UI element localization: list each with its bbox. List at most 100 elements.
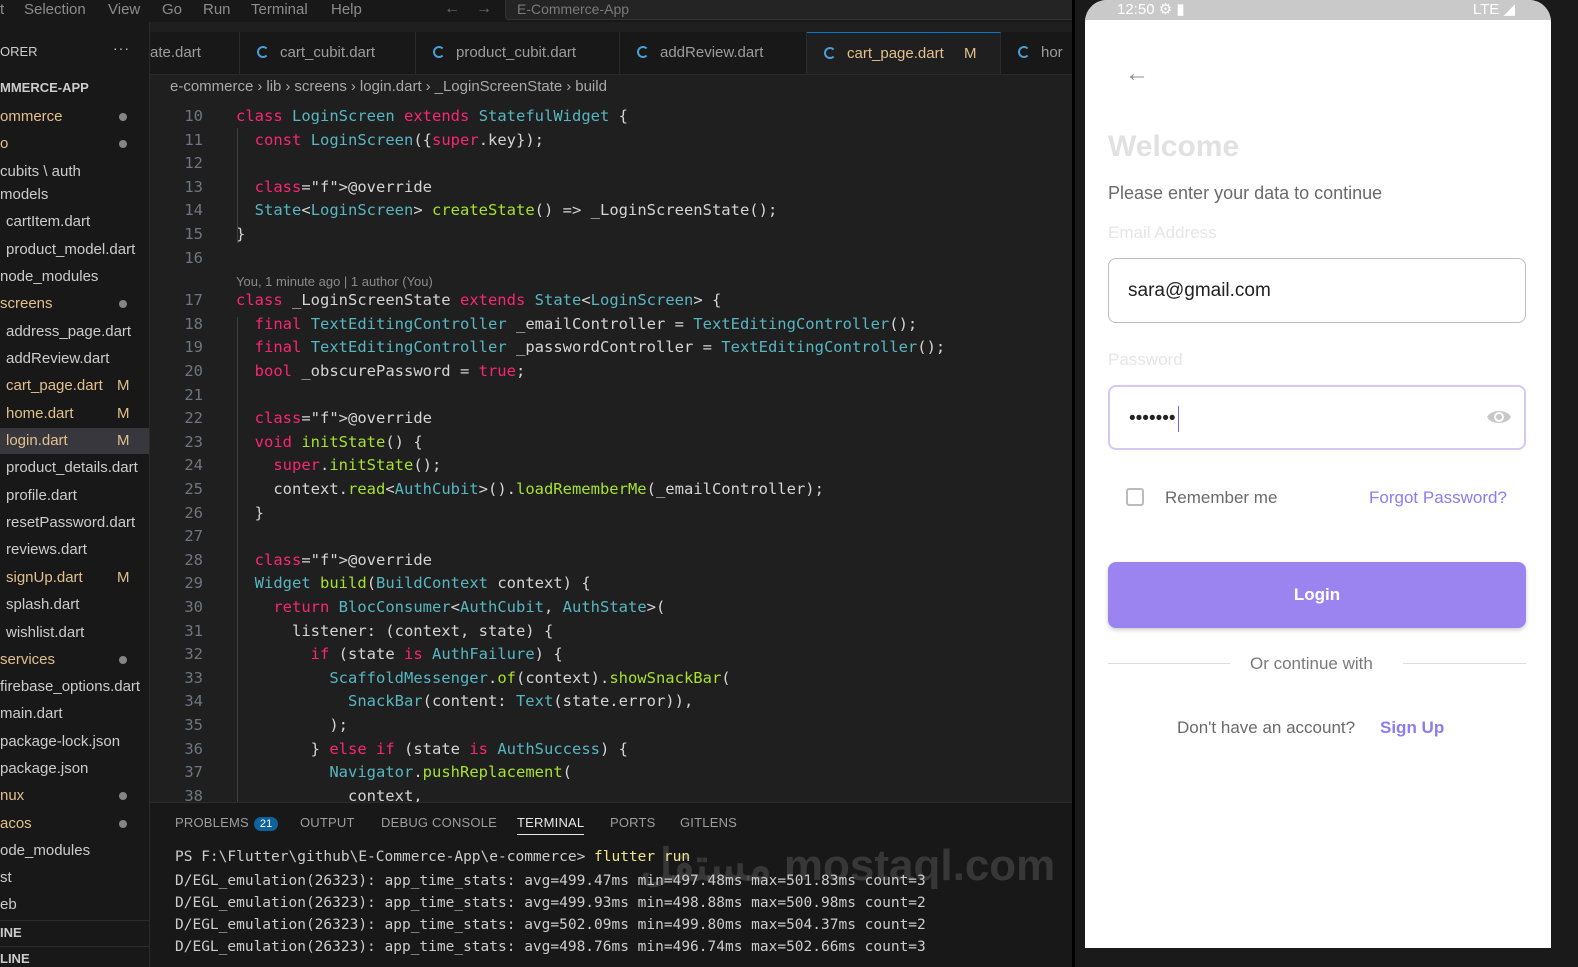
- tree-item[interactable]: st: [0, 865, 149, 891]
- dart-file-icon: [257, 46, 269, 58]
- line-number: 14: [184, 201, 203, 220]
- sign-up-link[interactable]: Sign Up: [1380, 718, 1444, 738]
- editor-tab[interactable]: ate.dart: [150, 32, 240, 74]
- breadcrumb-item[interactable]: build: [575, 78, 607, 95]
- problems-count-badge: 21: [253, 817, 279, 831]
- forgot-password-link[interactable]: Forgot Password?: [1369, 488, 1507, 508]
- remember-me-checkbox[interactable]: [1126, 488, 1144, 506]
- tree-item[interactable]: ommerce: [0, 104, 149, 130]
- outline-section[interactable]: INE: [0, 920, 149, 945]
- panel-tab[interactable]: TERMINAL: [517, 815, 585, 835]
- remember-me-label[interactable]: Remember me: [1165, 488, 1277, 508]
- editor-tab[interactable]: hor: [1001, 32, 1072, 74]
- breadcrumb-item[interactable]: lib: [266, 78, 281, 95]
- breadcrumb: e-commerce › lib › screens › login.dart › _Login…: [170, 78, 611, 95]
- code-text: super.initState();: [273, 456, 442, 475]
- explorer-header: ORER: [0, 44, 38, 59]
- back-arrow-icon[interactable]: ←: [444, 0, 460, 18]
- menu-run[interactable]: Run: [203, 0, 231, 19]
- email-field[interactable]: sara@gmail.com: [1108, 258, 1526, 323]
- tree-item[interactable]: login.dart M: [0, 428, 149, 454]
- tree-item[interactable]: node_modules: [0, 264, 149, 290]
- more-actions-icon[interactable]: ···: [113, 40, 130, 56]
- line-number: 15: [184, 225, 203, 243]
- tree-item[interactable]: resetPassword.dart: [0, 510, 149, 536]
- tree-item[interactable]: cart_page.dart M: [0, 373, 149, 399]
- tree-item[interactable]: splash.dart: [0, 592, 149, 618]
- explorer-sidebar: ORER ··· MMERCE-APP ommerce o cubits \ aut…: [0, 22, 150, 967]
- tree-item[interactable]: address_page.dart: [0, 319, 149, 345]
- terminal-prompt-line[interactable]: PS F:\Flutter\github\E-Commerce-App\e-co…: [175, 849, 690, 865]
- show-password-eye-icon[interactable]: [1486, 407, 1512, 427]
- breadcrumb-item[interactable]: screens: [294, 78, 347, 95]
- tree-item[interactable]: nux: [0, 783, 149, 809]
- line-number: 35: [184, 716, 203, 734]
- menu-file[interactable]: t: [0, 0, 4, 19]
- tree-item[interactable]: o: [0, 131, 149, 157]
- timeline-section[interactable]: LINE: [0, 946, 149, 967]
- git-blame-annotation[interactable]: You, 1 minute ago | 1 author (You): [236, 274, 433, 289]
- modified-dot-icon: [119, 792, 127, 800]
- tree-item[interactable]: package-lock.json: [0, 729, 149, 755]
- tree-item[interactable]: package.json: [0, 756, 149, 782]
- line-number: 13: [184, 177, 203, 196]
- line-number: 30: [184, 598, 203, 616]
- tree-item[interactable]: product_details.dart: [0, 455, 149, 481]
- code-text: if (state is AuthFailure) {: [310, 645, 563, 664]
- editor-tab[interactable]: cart_page.dart M: [807, 32, 1001, 74]
- code-editor[interactable]: You, 1 minute ago | 1 author (You) 10 cla…: [150, 104, 1072, 802]
- tree-item[interactable]: product_model.dart: [0, 237, 149, 263]
- tree-item[interactable]: models: [0, 182, 149, 208]
- tree-item[interactable]: screens: [0, 291, 149, 317]
- breadcrumb-item[interactable]: e-commerce: [170, 78, 253, 95]
- menu-terminal[interactable]: Terminal: [251, 0, 308, 19]
- editor-tab[interactable]: product_cubit.dart: [416, 32, 620, 74]
- tree-item[interactable]: home.dart M: [0, 401, 149, 427]
- line-number: 27: [184, 527, 203, 546]
- tree-item[interactable]: firebase_options.dart: [0, 674, 149, 700]
- chevron-right-icon: ›: [285, 78, 291, 95]
- forward-arrow-icon[interactable]: →: [476, 0, 492, 18]
- tree-item-label: st: [0, 869, 12, 886]
- explorer-root-folder[interactable]: MMERCE-APP: [0, 80, 89, 95]
- code-text: Navigator.pushReplacement(: [329, 763, 572, 782]
- command-center-search[interactable]: E-Commerce-App: [505, 0, 1072, 20]
- line-number: 17: [184, 291, 203, 310]
- terminal-line: D/EGL_emulation(26323): app_time_stats: …: [175, 917, 926, 933]
- login-button[interactable]: Login: [1108, 562, 1526, 628]
- tree-item[interactable]: profile.dart: [0, 483, 149, 509]
- panel-tab[interactable]: PORTS: [610, 815, 656, 830]
- panel-tab[interactable]: PROBLEMS 21: [175, 815, 279, 831]
- line-number: 20: [184, 362, 203, 380]
- code-text: listener: (context, state) {: [236, 621, 554, 640]
- tree-item[interactable]: wishlist.dart: [0, 620, 149, 646]
- back-arrow-icon[interactable]: ←: [1125, 60, 1149, 88]
- panel-tab[interactable]: DEBUG CONSOLE: [381, 815, 497, 830]
- menu-view[interactable]: View: [108, 0, 140, 19]
- tree-item[interactable]: acos: [0, 811, 149, 837]
- menu-selection[interactable]: Selection: [24, 0, 86, 19]
- panel-tab[interactable]: GITLENS: [680, 815, 737, 830]
- chevron-right-icon: ›: [350, 78, 356, 95]
- password-field[interactable]: •••••••: [1108, 385, 1526, 450]
- tree-item-label: nux: [0, 787, 25, 804]
- chevron-right-icon: ›: [257, 78, 263, 95]
- breadcrumb-item[interactable]: _LoginScreenState: [435, 78, 563, 95]
- menu-go[interactable]: Go: [162, 0, 182, 19]
- tree-item[interactable]: ode_modules: [0, 838, 149, 864]
- editor-tab[interactable]: addReview.dart: [620, 32, 807, 74]
- tree-item[interactable]: reviews.dart: [0, 537, 149, 563]
- breadcrumb-item[interactable]: login.dart: [360, 78, 422, 95]
- tree-item[interactable]: eb: [0, 892, 149, 918]
- tree-item[interactable]: services: [0, 647, 149, 673]
- tree-item[interactable]: cartItem.dart: [0, 209, 149, 235]
- tree-item[interactable]: addReview.dart: [0, 346, 149, 372]
- editor-tab[interactable]: cart_cubit.dart: [240, 32, 416, 74]
- modified-badge: M: [117, 405, 130, 422]
- menu-help[interactable]: Help: [331, 0, 362, 19]
- panel-tab[interactable]: OUTPUT: [300, 815, 355, 830]
- code-text: class="f">@override: [254, 409, 432, 428]
- tree-item-label: firebase_options.dart: [0, 678, 141, 695]
- tree-item[interactable]: signUp.dart M: [0, 565, 149, 591]
- tree-item[interactable]: main.dart: [0, 701, 149, 727]
